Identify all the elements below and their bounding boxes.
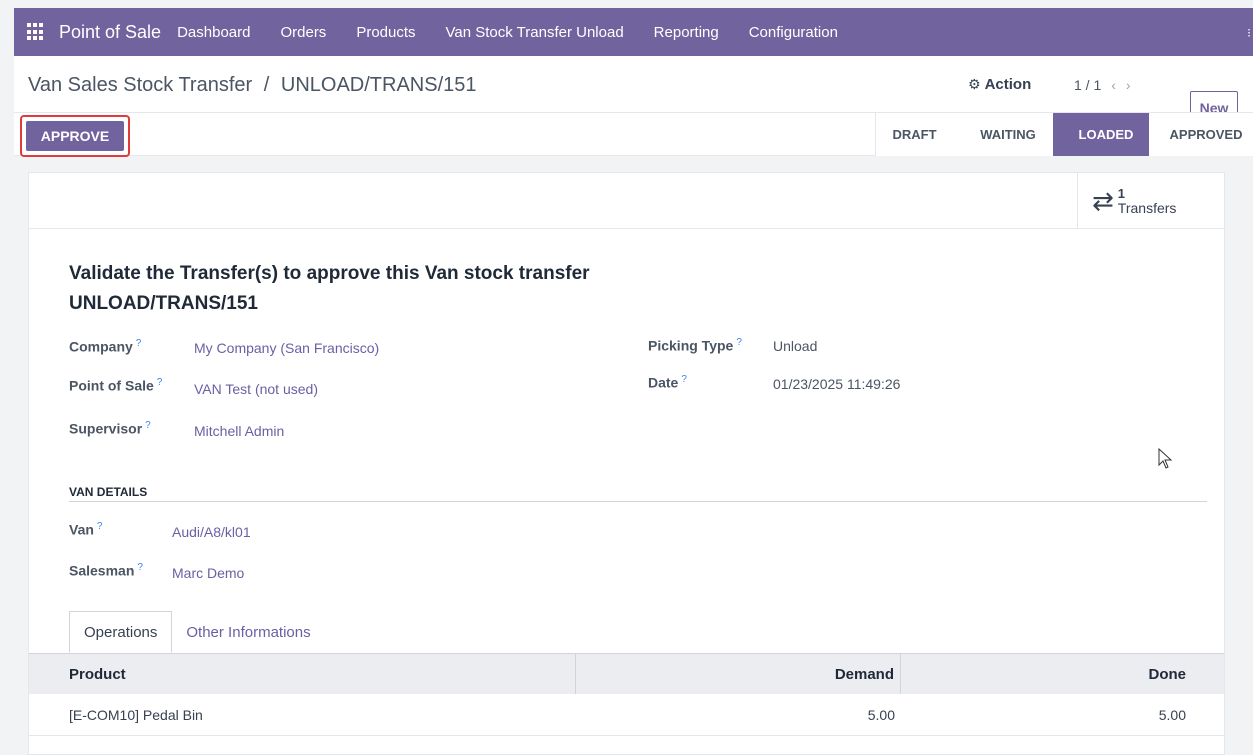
- top-navbar: Point of Sale Dashboard Orders Products …: [14, 8, 1253, 56]
- tab-other-informations[interactable]: Other Informations: [172, 611, 324, 653]
- cell-done: 5.00: [1158, 706, 1186, 723]
- salesman-label: Salesman?: [69, 562, 143, 579]
- apps-menu-icon[interactable]: [27, 23, 45, 41]
- section-divider: [69, 501, 1207, 502]
- column-demand[interactable]: Demand: [576, 654, 901, 694]
- salesman-field[interactable]: Marc Demo: [172, 565, 244, 581]
- notebook-tabs: Operations Other Informations: [69, 611, 325, 653]
- smart-button-box: ⇄ 1 Transfers: [29, 173, 1224, 229]
- form-title: Validate the Transfer(s) to approve this…: [69, 263, 590, 314]
- help-icon[interactable]: ?: [157, 377, 163, 388]
- nav-reporting[interactable]: Reporting: [654, 24, 719, 41]
- picking-type-field[interactable]: Unload: [773, 338, 817, 354]
- table-row[interactable]: [E-COM10] Pedal Bin 5.00 5.00: [29, 694, 1224, 736]
- table-header: Product Demand Done: [29, 653, 1224, 694]
- app-brand[interactable]: Point of Sale: [59, 22, 161, 43]
- operations-table: Product Demand Done [E-COM10] Pedal Bin …: [29, 653, 1224, 736]
- help-icon[interactable]: ?: [736, 337, 742, 348]
- gear-icon: ⚙: [968, 76, 981, 92]
- supervisor-field[interactable]: Mitchell Admin: [194, 423, 284, 439]
- stage-statusbar: DRAFT WAITING LOADED APPROVED: [875, 113, 1253, 156]
- stage-draft-label: DRAFT: [892, 127, 937, 142]
- transfers-smart-button[interactable]: ⇄ 1 Transfers: [1077, 173, 1198, 229]
- pager: 1 / 1 ‹ ›: [1074, 77, 1131, 93]
- help-icon[interactable]: ?: [136, 338, 142, 349]
- stage-loaded[interactable]: LOADED: [1053, 113, 1159, 156]
- cell-demand: 5.00: [867, 706, 895, 723]
- breadcrumb-parent[interactable]: Van Sales Stock Transfer: [28, 74, 252, 96]
- transfers-label: Transfers: [1117, 200, 1177, 216]
- mouse-cursor-icon: [1158, 448, 1173, 469]
- date-field[interactable]: 01/23/2025 11:49:26: [773, 376, 900, 392]
- van-field[interactable]: Audi/A8/kl01: [172, 524, 251, 540]
- van-details-heading: VAN DETAILS: [69, 485, 148, 499]
- stage-loaded-label: LOADED: [1078, 127, 1134, 142]
- stage-draft[interactable]: DRAFT: [875, 113, 963, 156]
- nav-dashboard[interactable]: Dashboard: [177, 24, 250, 41]
- tab-operations[interactable]: Operations: [69, 611, 173, 653]
- company-label: Company?: [69, 338, 142, 355]
- breadcrumb: Van Sales Stock Transfer / UNLOAD/TRANS/…: [28, 74, 477, 97]
- nav-orders[interactable]: Orders: [280, 24, 326, 41]
- van-label: Van?: [69, 521, 103, 538]
- approve-button[interactable]: APPROVE: [26, 121, 124, 151]
- stage-approved[interactable]: APPROVED: [1149, 113, 1253, 156]
- point-of-sale-label: Point of Sale?: [69, 377, 163, 394]
- breadcrumb-current: UNLOAD/TRANS/151: [280, 74, 477, 96]
- point-of-sale-field[interactable]: VAN Test (not used): [194, 381, 318, 397]
- help-icon[interactable]: ?: [137, 562, 143, 573]
- stage-waiting-label: WAITING: [980, 127, 1036, 142]
- chevron-right-icon[interactable]: ›: [1126, 77, 1131, 93]
- help-icon[interactable]: ?: [681, 374, 687, 385]
- date-label: Date?: [648, 374, 687, 391]
- action-label: Action: [984, 76, 1032, 93]
- column-done[interactable]: Done: [901, 654, 1224, 694]
- status-row: APPROVE DRAFT WAITING LOADED APPROVED: [14, 112, 1253, 157]
- stage-approved-label: APPROVED: [1169, 127, 1243, 142]
- form-sheet: ⇄ 1 Transfers Validate the Transfer(s) t…: [28, 172, 1225, 755]
- pager-value[interactable]: 1 / 1: [1074, 77, 1101, 93]
- breadcrumb-separator: /: [263, 74, 270, 96]
- supervisor-label: Supervisor?: [69, 420, 151, 437]
- transfer-arrows-icon: ⇄: [1092, 186, 1114, 216]
- nav-van-stock-transfer-unload[interactable]: Van Stock Transfer Unload: [446, 24, 624, 41]
- chevron-left-icon[interactable]: ‹: [1111, 77, 1116, 93]
- nav-products[interactable]: Products: [356, 24, 415, 41]
- transfers-count: 1: [1117, 186, 1126, 201]
- cell-product: [E-COM10] Pedal Bin: [69, 706, 203, 723]
- company-field[interactable]: My Company (San Francisco): [194, 340, 379, 356]
- column-product[interactable]: Product: [29, 654, 576, 694]
- picking-type-label: Picking Type?: [648, 337, 742, 354]
- stage-waiting[interactable]: WAITING: [953, 113, 1063, 156]
- control-panel: Van Sales Stock Transfer / UNLOAD/TRANS/…: [14, 56, 1253, 157]
- help-icon[interactable]: ?: [145, 420, 151, 431]
- nav-configuration[interactable]: Configuration: [749, 24, 838, 41]
- action-menu-button[interactable]: ⚙ Action: [968, 76, 1031, 93]
- overflow-menu-icon[interactable]: ⁝: [1247, 26, 1251, 40]
- help-icon[interactable]: ?: [97, 521, 103, 532]
